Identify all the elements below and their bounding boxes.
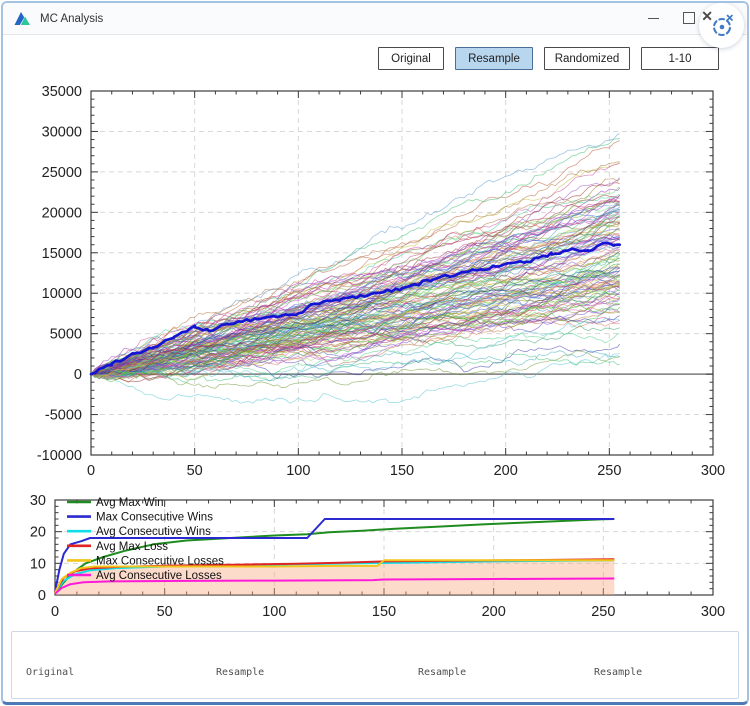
stats-resample-losses: Resample Avg Max Loss: USD 746.55 Max Co… [594,637,738,698]
legend-label: Avg Max Loss [96,541,168,553]
svg-text:50: 50 [187,463,203,479]
svg-text:-5000: -5000 [45,408,82,424]
svg-text:15000: 15000 [42,246,82,262]
region-capture-icon [710,14,734,38]
close-icon[interactable]: ✕ [701,9,713,23]
svg-text:250: 250 [597,463,621,479]
svg-text:300: 300 [701,604,725,620]
svg-text:150: 150 [372,604,396,620]
stats-resample-drawdown: Resample Best Drawdown: USD 625.42 Worst… [216,637,418,698]
range-1-10-button[interactable]: 1-10 [641,47,719,70]
svg-text:0: 0 [38,588,46,604]
svg-text:-10000: -10000 [37,448,82,464]
svg-text:200: 200 [482,604,506,620]
legend-label: Avg Consecutive Wins [96,526,211,538]
svg-text:20000: 20000 [42,205,82,221]
randomized-button[interactable]: Randomized [544,47,630,70]
svg-text:5000: 5000 [50,327,82,343]
svg-text:10000: 10000 [42,286,82,302]
svg-text:300: 300 [701,463,725,479]
view-toolbar: Original Resample Randomized 1-10 [378,47,719,70]
equity-curves-chart: -10000-500005000100001500020000250003000… [3,78,749,483]
stats-header: Resample [216,666,418,681]
svg-text:100: 100 [262,604,286,620]
mc-analysis-window: MC Analysis ✕ Original Resample Randomiz… [1,1,749,705]
stats-panel: Original Best Drawdown: USD 861.82 Worst… [11,631,739,699]
title-bar: MC Analysis ✕ [3,3,747,35]
stats-header: Resample [418,666,594,681]
streak-metrics-chart: 0102030050100150200250300Avg Max WinMax … [3,483,749,626]
stats-resample-wins: Resample Avg Max Win: USD 1593.54 Max Co… [418,637,594,698]
legend-label: Avg Consecutive Losses [96,570,222,582]
stats-header: Resample [594,666,738,681]
svg-text:100: 100 [286,463,310,479]
svg-text:30000: 30000 [42,124,82,140]
svg-text:20: 20 [30,525,46,541]
svg-text:0: 0 [87,463,95,479]
app-logo-icon [13,11,32,27]
svg-text:0: 0 [51,604,59,620]
svg-text:35000: 35000 [42,84,82,100]
svg-text:250: 250 [591,604,615,620]
legend-label: Avg Max Win [96,497,164,509]
minimize-button[interactable] [648,18,659,19]
window-title: MC Analysis [40,13,103,25]
svg-text:200: 200 [494,463,518,479]
maximize-button[interactable] [683,12,695,24]
original-button[interactable]: Original [378,47,444,70]
svg-text:50: 50 [157,604,173,620]
svg-text:150: 150 [390,463,414,479]
svg-text:25000: 25000 [42,165,82,181]
legend-label: Max Consecutive Losses [96,555,224,567]
svg-text:0: 0 [74,367,82,383]
resample-button[interactable]: Resample [455,47,533,70]
legend-label: Max Consecutive Wins [96,512,213,524]
stats-header: Original [26,666,216,681]
stats-original-drawdown: Original Best Drawdown: USD 861.82 Worst… [26,637,216,698]
svg-text:30: 30 [30,493,46,509]
svg-text:10: 10 [30,556,46,572]
